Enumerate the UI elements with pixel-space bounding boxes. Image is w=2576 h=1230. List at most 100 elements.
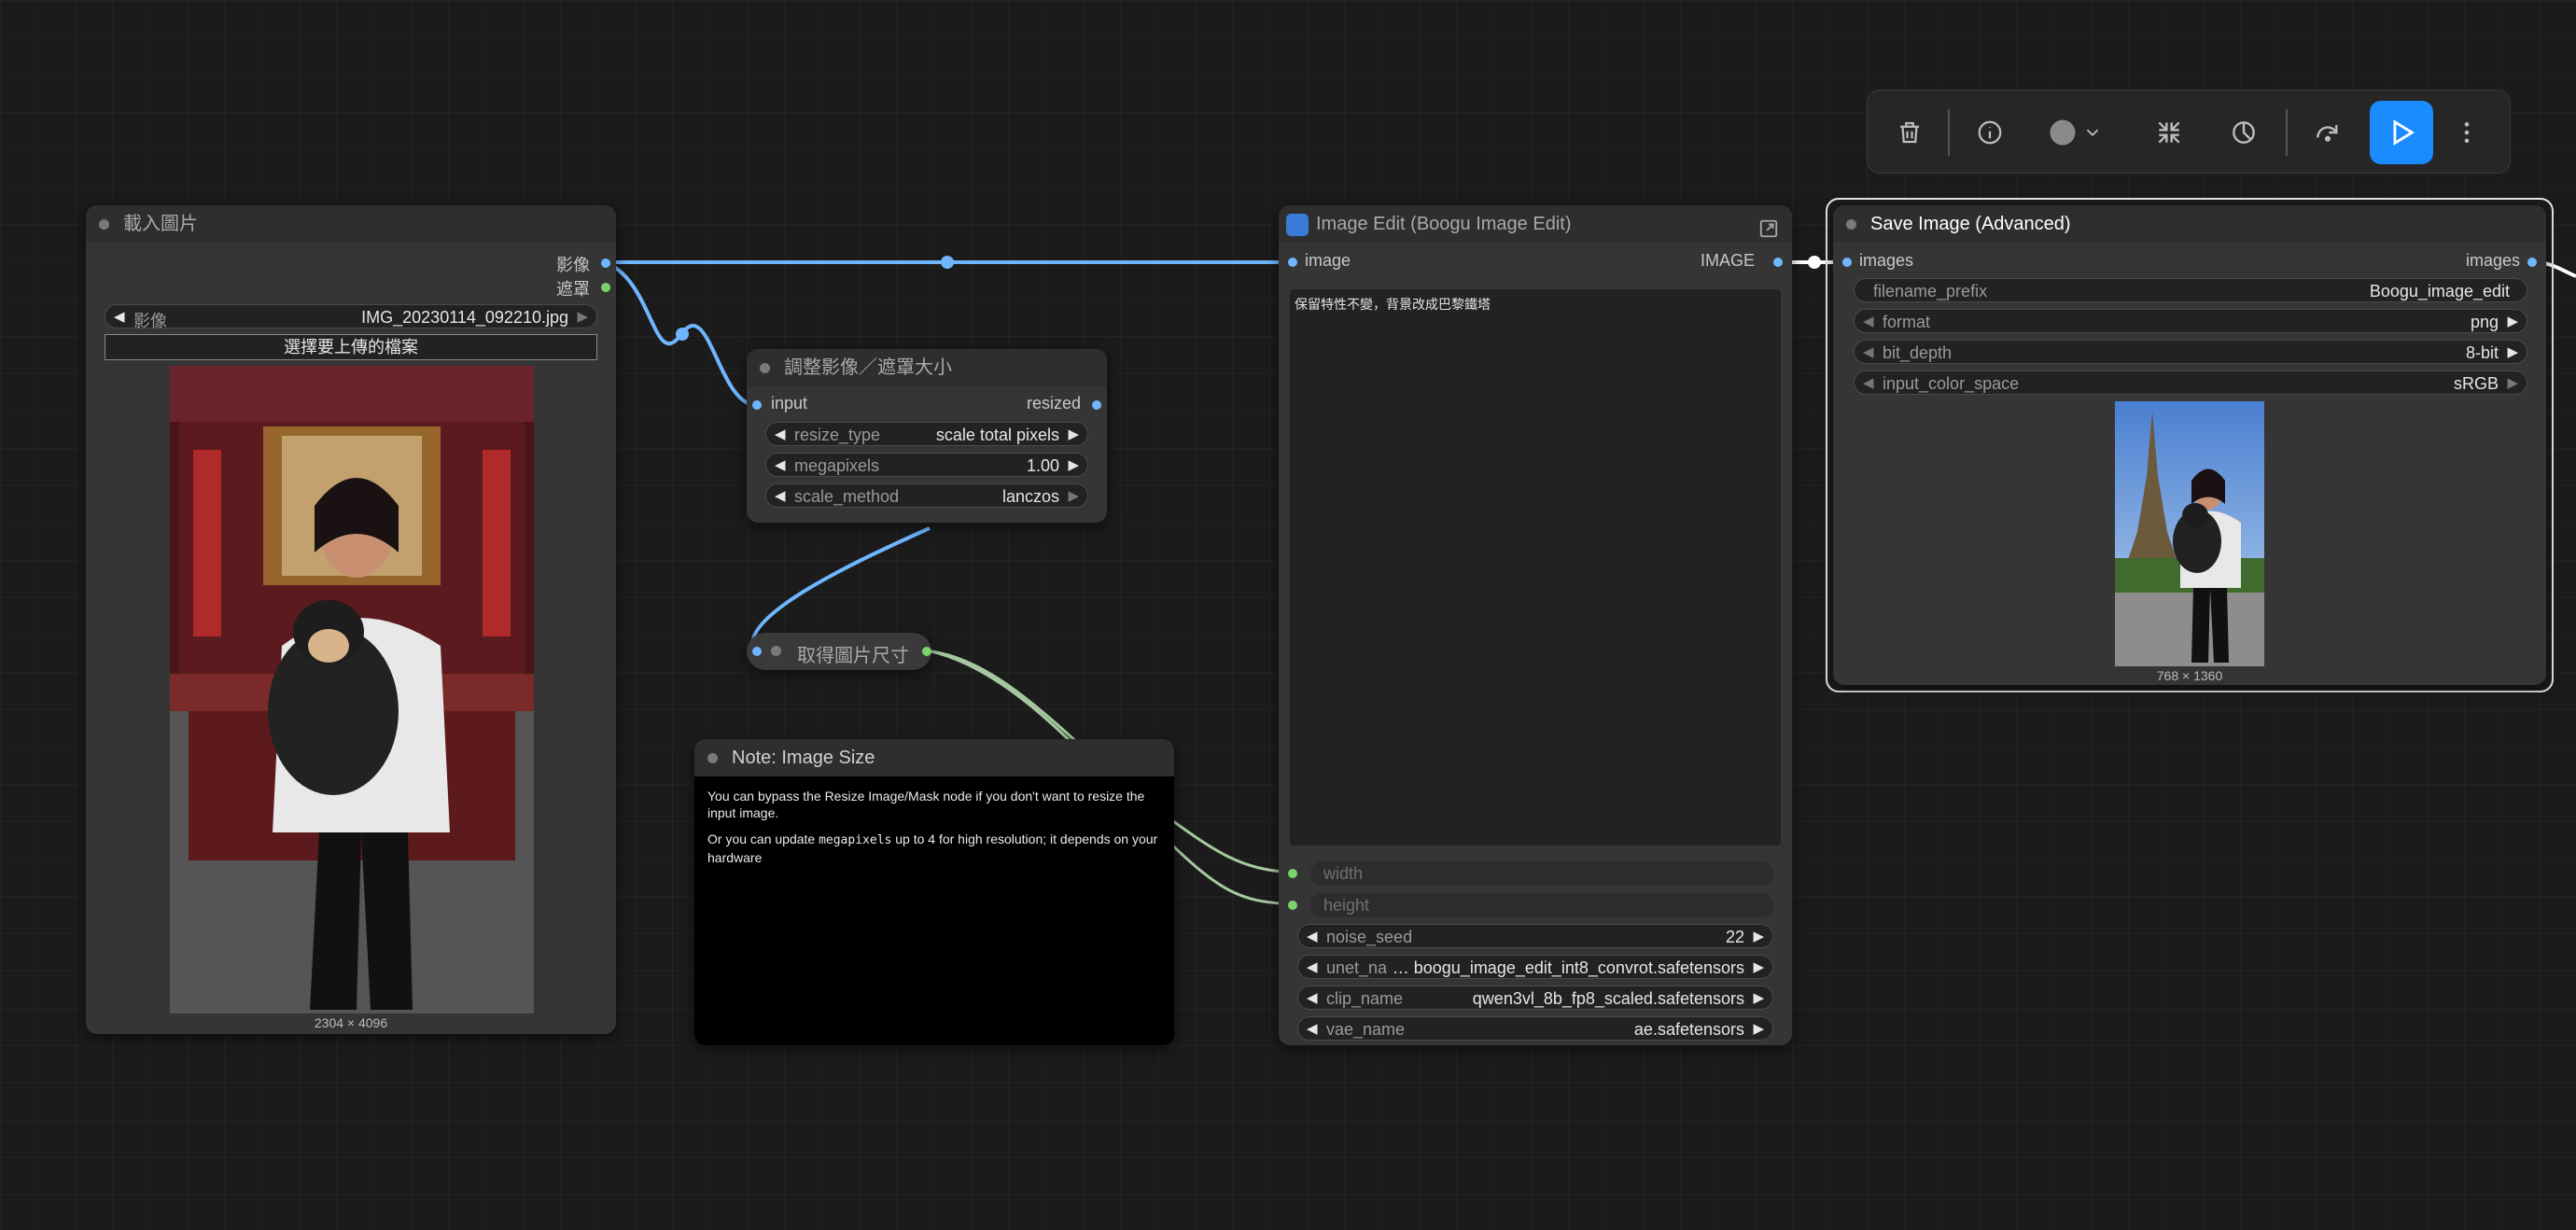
input-slot[interactable] (1288, 258, 1297, 267)
widget-value: lanczos (1001, 487, 1059, 506)
image-preview (170, 366, 534, 1013)
arrow-left-icon[interactable]: ◀ (1863, 313, 1874, 329)
input-slot[interactable] (752, 647, 762, 656)
node-title-bar[interactable]: Image Edit (Boogu Image Edit) (1279, 205, 1792, 243)
output-slot[interactable] (922, 647, 931, 656)
output-slot[interactable] (1092, 400, 1101, 410)
more-vertical-icon[interactable] (2448, 111, 2485, 154)
arrow-left-icon[interactable]: ◀ (1307, 958, 1318, 975)
link-midpoint (941, 256, 954, 269)
bypass-icon[interactable] (2222, 111, 2265, 154)
node-title-bar[interactable]: 調整影像／遮罩大小 (747, 349, 1107, 386)
input-slot[interactable] (1842, 258, 1852, 267)
input-slot[interactable] (752, 400, 762, 410)
info-icon[interactable] (1968, 111, 2011, 154)
chevron-down-icon[interactable] (2079, 111, 2107, 154)
output-slot[interactable] (1773, 258, 1783, 267)
output-image-preview (2115, 401, 2264, 666)
arrow-left-icon[interactable]: ◀ (775, 426, 786, 442)
arrow-right-icon[interactable]: ▶ (1753, 928, 1764, 944)
resize-image-node[interactable]: 調整影像／遮罩大小 input resized ◀ resize_type sc… (747, 349, 1107, 523)
arrow-right-icon[interactable]: ▶ (1068, 456, 1079, 473)
arrow-right-icon[interactable]: ▶ (1068, 487, 1079, 504)
widget-value: 1.00 (1026, 456, 1059, 475)
arrow-left-icon[interactable]: ◀ (775, 487, 786, 504)
node-title-bar[interactable]: 載入圖片 (86, 205, 616, 243)
save-image-node[interactable]: Save Image (Advanced) images images file… (1833, 205, 2546, 685)
megapixels-widget[interactable]: ◀ megapixels 1.00 ▶ (765, 453, 1088, 477)
widget-value: 22 (1725, 928, 1744, 946)
node-title-bar[interactable]: Save Image (Advanced) (1833, 205, 2546, 243)
widget-label: noise_seed (1326, 928, 1413, 946)
widget-label: resize_type (794, 426, 881, 444)
bit-depth-widget[interactable]: ◀ bit_depth 8-bit ▶ (1854, 340, 2527, 364)
collapse-dot-icon[interactable] (99, 219, 109, 230)
node-title-bar[interactable]: Note: Image Size (694, 739, 1174, 776)
widget-value: png (2470, 313, 2499, 331)
widget-label: width (1323, 864, 1364, 883)
format-widget[interactable]: ◀ format png ▶ (1854, 309, 2527, 333)
output-dimensions: 768 × 1360 (2156, 668, 2223, 683)
collapse-dot-icon[interactable] (760, 363, 770, 373)
arrow-right-icon[interactable]: ▶ (577, 308, 588, 325)
clip-name-widget[interactable]: ◀ clip_name qwen3vl_8b_fp8_scaled.safete… (1297, 985, 1773, 1010)
output-image-slot[interactable] (601, 259, 610, 268)
arrow-right-icon[interactable]: ▶ (2507, 343, 2518, 360)
collapse-dot-icon[interactable] (771, 646, 781, 656)
collapse-dot-icon[interactable] (707, 753, 718, 763)
widget-label: megapixels (794, 456, 880, 475)
arrow-left-icon[interactable]: ◀ (1307, 928, 1318, 944)
collapse-arrows-icon[interactable] (2148, 111, 2191, 154)
arrow-left-icon[interactable]: ◀ (1307, 1020, 1318, 1037)
arrow-right-icon[interactable]: ▶ (1068, 426, 1079, 442)
arrow-right-icon[interactable]: ▶ (2507, 313, 2518, 329)
widget-value: qwen3vl_8b_fp8_scaled.safetensors (1472, 989, 1744, 1008)
height-slot[interactable] (1288, 901, 1297, 910)
prompt-textarea[interactable]: 保留特性不變，背景改成巴黎鐵塔 (1290, 289, 1781, 846)
arrow-left-icon[interactable]: ◀ (775, 456, 786, 473)
filename-prefix-widget[interactable]: filename_prefix Boogu_image_edit (1854, 278, 2527, 302)
note-node[interactable]: Note: Image Size You can bypass the Resi… (694, 739, 1174, 1045)
widget-label: clip_name (1326, 989, 1404, 1008)
node-title: 調整影像／遮罩大小 (784, 357, 952, 378)
upload-button[interactable]: 選擇要上傳的檔案 (105, 334, 597, 360)
note-text[interactable]: You can bypass the Resize Image/Mask nod… (707, 788, 1161, 866)
note-text-span: Or you can update (707, 832, 816, 846)
width-slot[interactable] (1288, 869, 1297, 878)
resize-type-widget[interactable]: ◀ resize_type scale total pixels ▶ (765, 422, 1088, 446)
arrow-right-icon[interactable]: ▶ (1753, 1020, 1764, 1037)
width-widget: width (1310, 861, 1773, 886)
input-label: images (1859, 251, 1914, 270)
widget-label: vae_name (1326, 1020, 1406, 1039)
expand-icon[interactable] (1758, 215, 1779, 252)
image-edit-node[interactable]: Image Edit (Boogu Image Edit) image IMAG… (1279, 205, 1792, 1045)
node-title: 載入圖片 (123, 214, 198, 234)
output-mask-slot[interactable] (601, 283, 610, 292)
load-image-node[interactable]: 載入圖片 影像 遮罩 ◀ 影像 IMG_20230114_092210.jpg … (86, 205, 616, 1034)
arrow-left-icon[interactable]: ◀ (1307, 989, 1318, 1006)
output-slot[interactable] (2527, 258, 2537, 267)
get-image-size-node[interactable]: 取得圖片尺寸 (747, 633, 931, 670)
widget-label: format (1883, 313, 1931, 331)
image-dimensions: 2304 × 4096 (314, 1015, 388, 1030)
note-code: megapixels (819, 833, 892, 847)
arrow-left-icon[interactable]: ◀ (114, 308, 125, 325)
image-select-widget[interactable]: ◀ 影像 IMG_20230114_092210.jpg ▶ (105, 304, 597, 330)
unet-name-widget[interactable]: ◀ unet_na … boogu_image_edit_int8_convro… (1297, 955, 1773, 979)
collapse-dot-icon[interactable] (1846, 219, 1856, 230)
arrow-right-icon[interactable]: ▶ (1753, 958, 1764, 975)
widget-label: 影像 (133, 312, 167, 330)
run-button[interactable] (2370, 101, 2433, 164)
arrow-right-icon[interactable]: ▶ (2507, 374, 2518, 391)
redo-icon[interactable] (2306, 111, 2349, 154)
noise-seed-widget[interactable]: ◀ noise_seed 22 ▶ (1297, 924, 1773, 948)
input-color-space-widget[interactable]: ◀ input_color_space sRGB ▶ (1854, 370, 2527, 395)
widget-value: … boogu_image_edit_int8_convrot.safetens… (1392, 958, 1744, 977)
arrow-left-icon[interactable]: ◀ (1863, 374, 1874, 391)
arrow-right-icon[interactable]: ▶ (1753, 989, 1764, 1006)
trash-icon[interactable] (1888, 111, 1931, 154)
widget-label: filename_prefix (1873, 282, 1988, 301)
vae-name-widget[interactable]: ◀ vae_name ae.safetensors ▶ (1297, 1016, 1773, 1041)
scale-method-widget[interactable]: ◀ scale_method lanczos ▶ (765, 483, 1088, 508)
arrow-left-icon[interactable]: ◀ (1863, 343, 1874, 360)
